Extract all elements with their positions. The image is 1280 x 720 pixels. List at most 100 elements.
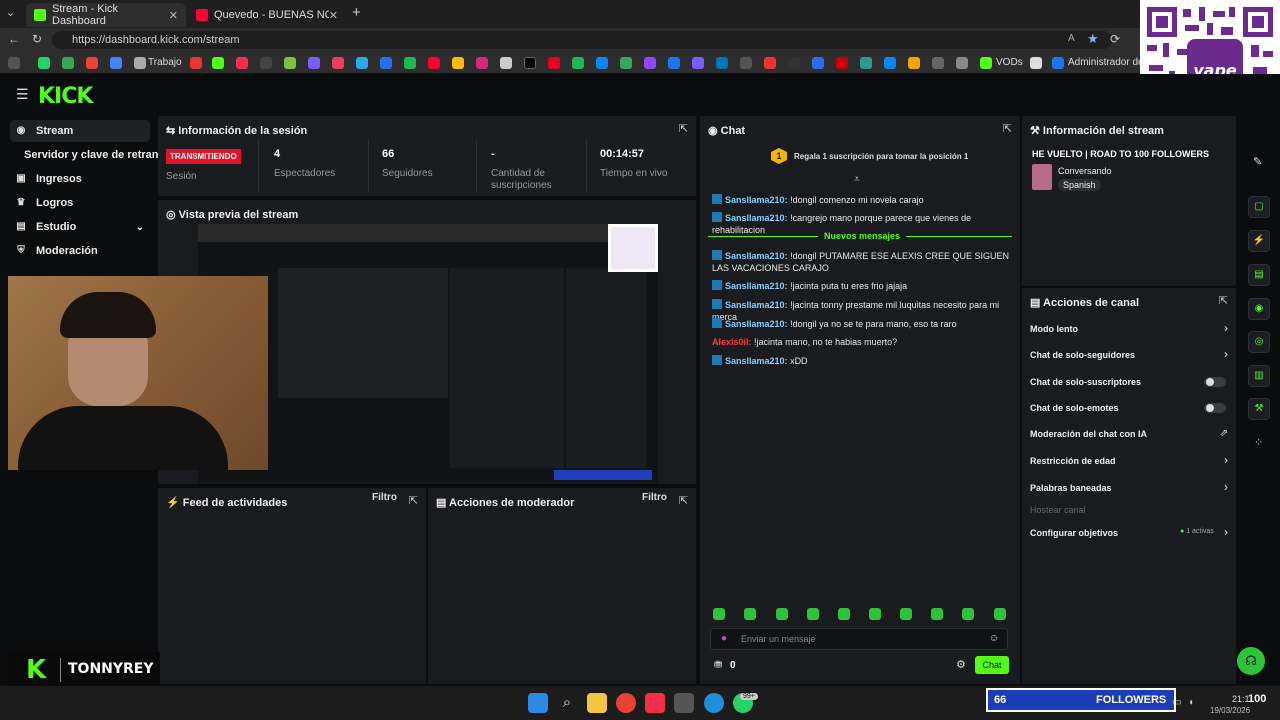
chat-settings-icon[interactable]: ⚙ xyxy=(956,658,966,671)
new-tab-button[interactable]: + xyxy=(352,4,361,21)
bookmark-vods[interactable]: VODs xyxy=(996,57,1023,68)
instagram-bookmark-icon[interactable] xyxy=(476,57,488,69)
emote-icon[interactable] xyxy=(900,608,912,620)
emote-icon[interactable] xyxy=(869,608,881,620)
facebook-bookmark-icon[interactable] xyxy=(668,57,680,69)
bookmark-icon[interactable] xyxy=(836,57,848,69)
mic-icon[interactable]: ● xyxy=(721,633,727,644)
sidebar-item-stream[interactable]: ◉ Stream xyxy=(10,120,150,142)
search-icon[interactable]: ⌕ xyxy=(557,693,577,713)
chat-username[interactable]: Sansllama210: xyxy=(725,195,788,205)
admin-bookmark-icon[interactable] xyxy=(1052,57,1064,69)
emote-icon[interactable] xyxy=(776,608,788,620)
edge-icon[interactable] xyxy=(704,693,724,713)
emote-icon[interactable] xyxy=(744,608,756,620)
bookmark-icon[interactable] xyxy=(788,57,800,69)
url-field[interactable]: https://dashboard.kick.com/stream xyxy=(52,31,1112,49)
file-explorer-icon[interactable] xyxy=(587,693,607,713)
rail-list-icon[interactable]: ▥ xyxy=(1248,365,1270,387)
rail-broadcast-icon[interactable]: ◎ xyxy=(1248,331,1270,353)
subscribers-only-toggle[interactable] xyxy=(1204,377,1226,387)
points-icon[interactable]: ⛃ xyxy=(714,660,722,671)
bookmark-icon[interactable] xyxy=(644,57,656,69)
emote-icon[interactable] xyxy=(931,608,943,620)
bookmark-icon[interactable] xyxy=(452,57,464,69)
network-icon[interactable]: ▭ xyxy=(1172,697,1181,708)
music-app-icon[interactable] xyxy=(645,693,665,713)
bookmark-icon[interactable] xyxy=(190,57,202,69)
drive-bookmark-icon[interactable] xyxy=(62,57,74,69)
bookmark-icon[interactable] xyxy=(740,57,752,69)
bookmark-icon[interactable] xyxy=(884,57,896,69)
vods-bookmark-icon[interactable] xyxy=(980,57,992,69)
favorite-star-icon[interactable]: ★ xyxy=(1087,31,1099,47)
bookmark-icon[interactable] xyxy=(908,57,920,69)
windows-start-icon[interactable] xyxy=(528,693,548,713)
bookmark-icon[interactable] xyxy=(380,57,392,69)
clock-date[interactable]: 19/03/2026 xyxy=(1210,706,1250,715)
calendar-bookmark-icon[interactable] xyxy=(110,57,122,69)
spotify-bookmark-icon[interactable] xyxy=(572,57,584,69)
chat-username[interactable]: Sansllama210: xyxy=(725,300,788,310)
tab-list-chevron-icon[interactable]: ⌄ xyxy=(6,6,15,19)
refresh-extension-icon[interactable]: ⟳ xyxy=(1110,32,1120,46)
emote-icon[interactable] xyxy=(713,608,725,620)
rail-chat-icon[interactable]: ◉ xyxy=(1248,298,1270,320)
popout-icon[interactable]: ⇱ xyxy=(1003,122,1012,135)
close-tab-icon[interactable]: ✕ xyxy=(169,9,178,22)
rail-clipboard-icon[interactable]: ▤ xyxy=(1248,264,1270,286)
folder-bookmark-icon[interactable] xyxy=(134,57,146,69)
hamburger-menu-icon[interactable]: ☰ xyxy=(16,86,29,103)
bookmark-icon[interactable] xyxy=(404,57,416,69)
tab-kick-dashboard[interactable]: Stream - Kick Dashboard ✕ xyxy=(26,3,186,27)
rail-apps-icon[interactable]: ⁘ xyxy=(1254,436,1263,449)
read-aloud-icon[interactable]: A xyxy=(1068,33,1075,44)
whatsapp-bookmark-icon[interactable] xyxy=(38,57,50,69)
gift-sub-text[interactable]: Regala 1 suscripción para tomar la posic… xyxy=(794,152,968,161)
emote-icon[interactable] xyxy=(962,608,974,620)
chat-input[interactable]: ● Enviar un mensaje ☺ xyxy=(710,628,1008,650)
rail-wrench-icon[interactable]: ⚒ xyxy=(1248,398,1270,420)
volume-icon[interactable]: ◖ xyxy=(1188,697,1194,708)
kick-logo[interactable]: KICK xyxy=(38,84,93,109)
reload-icon[interactable]: ↻ xyxy=(32,32,42,46)
bookmark-icon[interactable] xyxy=(692,57,704,69)
popout-icon[interactable]: ⇱ xyxy=(679,494,688,507)
bookmark-icon[interactable] xyxy=(1030,57,1042,69)
filter-button[interactable]: Filtro xyxy=(372,492,397,503)
bookmark-trabajo[interactable]: Trabajo xyxy=(148,57,182,68)
chat-username[interactable]: Sansllama210: xyxy=(725,356,788,366)
popout-icon[interactable]: ⇱ xyxy=(409,494,418,507)
bookmark-icon[interactable] xyxy=(500,57,512,69)
x-bookmark-icon[interactable] xyxy=(524,57,536,69)
support-chat-button[interactable]: ☊ xyxy=(1237,647,1265,675)
bookmark-icon[interactable] xyxy=(956,57,968,69)
edit-pencil-icon[interactable]: ✎ xyxy=(1253,155,1262,168)
bookmark-icon[interactable] xyxy=(8,57,20,69)
bookmark-icon[interactable] xyxy=(764,57,776,69)
chat-username[interactable]: Alexis0il: xyxy=(712,337,752,347)
rail-bolt-icon[interactable]: ⚡ xyxy=(1248,230,1270,252)
pinterest-bookmark-icon[interactable] xyxy=(548,57,560,69)
sidebar-item-ingresos[interactable]: ▣ Ingresos xyxy=(10,168,150,190)
emoji-icon[interactable]: ☺ xyxy=(989,633,999,644)
bookmark-icon[interactable] xyxy=(812,57,824,69)
maps-bookmark-icon[interactable] xyxy=(620,57,632,69)
kick-bookmark-icon[interactable] xyxy=(212,57,224,69)
emotes-only-toggle[interactable] xyxy=(1204,403,1226,413)
clock-time[interactable]: 21:1 xyxy=(1232,694,1250,704)
sidebar-item-logros[interactable]: ♛ Logros xyxy=(10,192,150,214)
popout-icon[interactable]: ⇱ xyxy=(679,122,688,135)
capture-app-icon[interactable] xyxy=(674,693,694,713)
gmail-bookmark-icon[interactable] xyxy=(86,57,98,69)
rail-screenshot-icon[interactable]: ▢ xyxy=(1248,196,1270,218)
sidebar-item-server-key[interactable]: Servidor y clave de retransmisi xyxy=(18,144,158,166)
bookmark-icon[interactable] xyxy=(260,57,272,69)
youtube-bookmark-icon[interactable] xyxy=(428,57,440,69)
send-chat-button[interactable]: Chat xyxy=(975,656,1009,674)
chat-username[interactable]: Sansllama210: xyxy=(725,281,788,291)
bookmark-icon[interactable] xyxy=(284,57,296,69)
bookmark-icon[interactable] xyxy=(308,57,320,69)
bookmark-icon[interactable] xyxy=(860,57,872,69)
emote-icon[interactable] xyxy=(838,608,850,620)
